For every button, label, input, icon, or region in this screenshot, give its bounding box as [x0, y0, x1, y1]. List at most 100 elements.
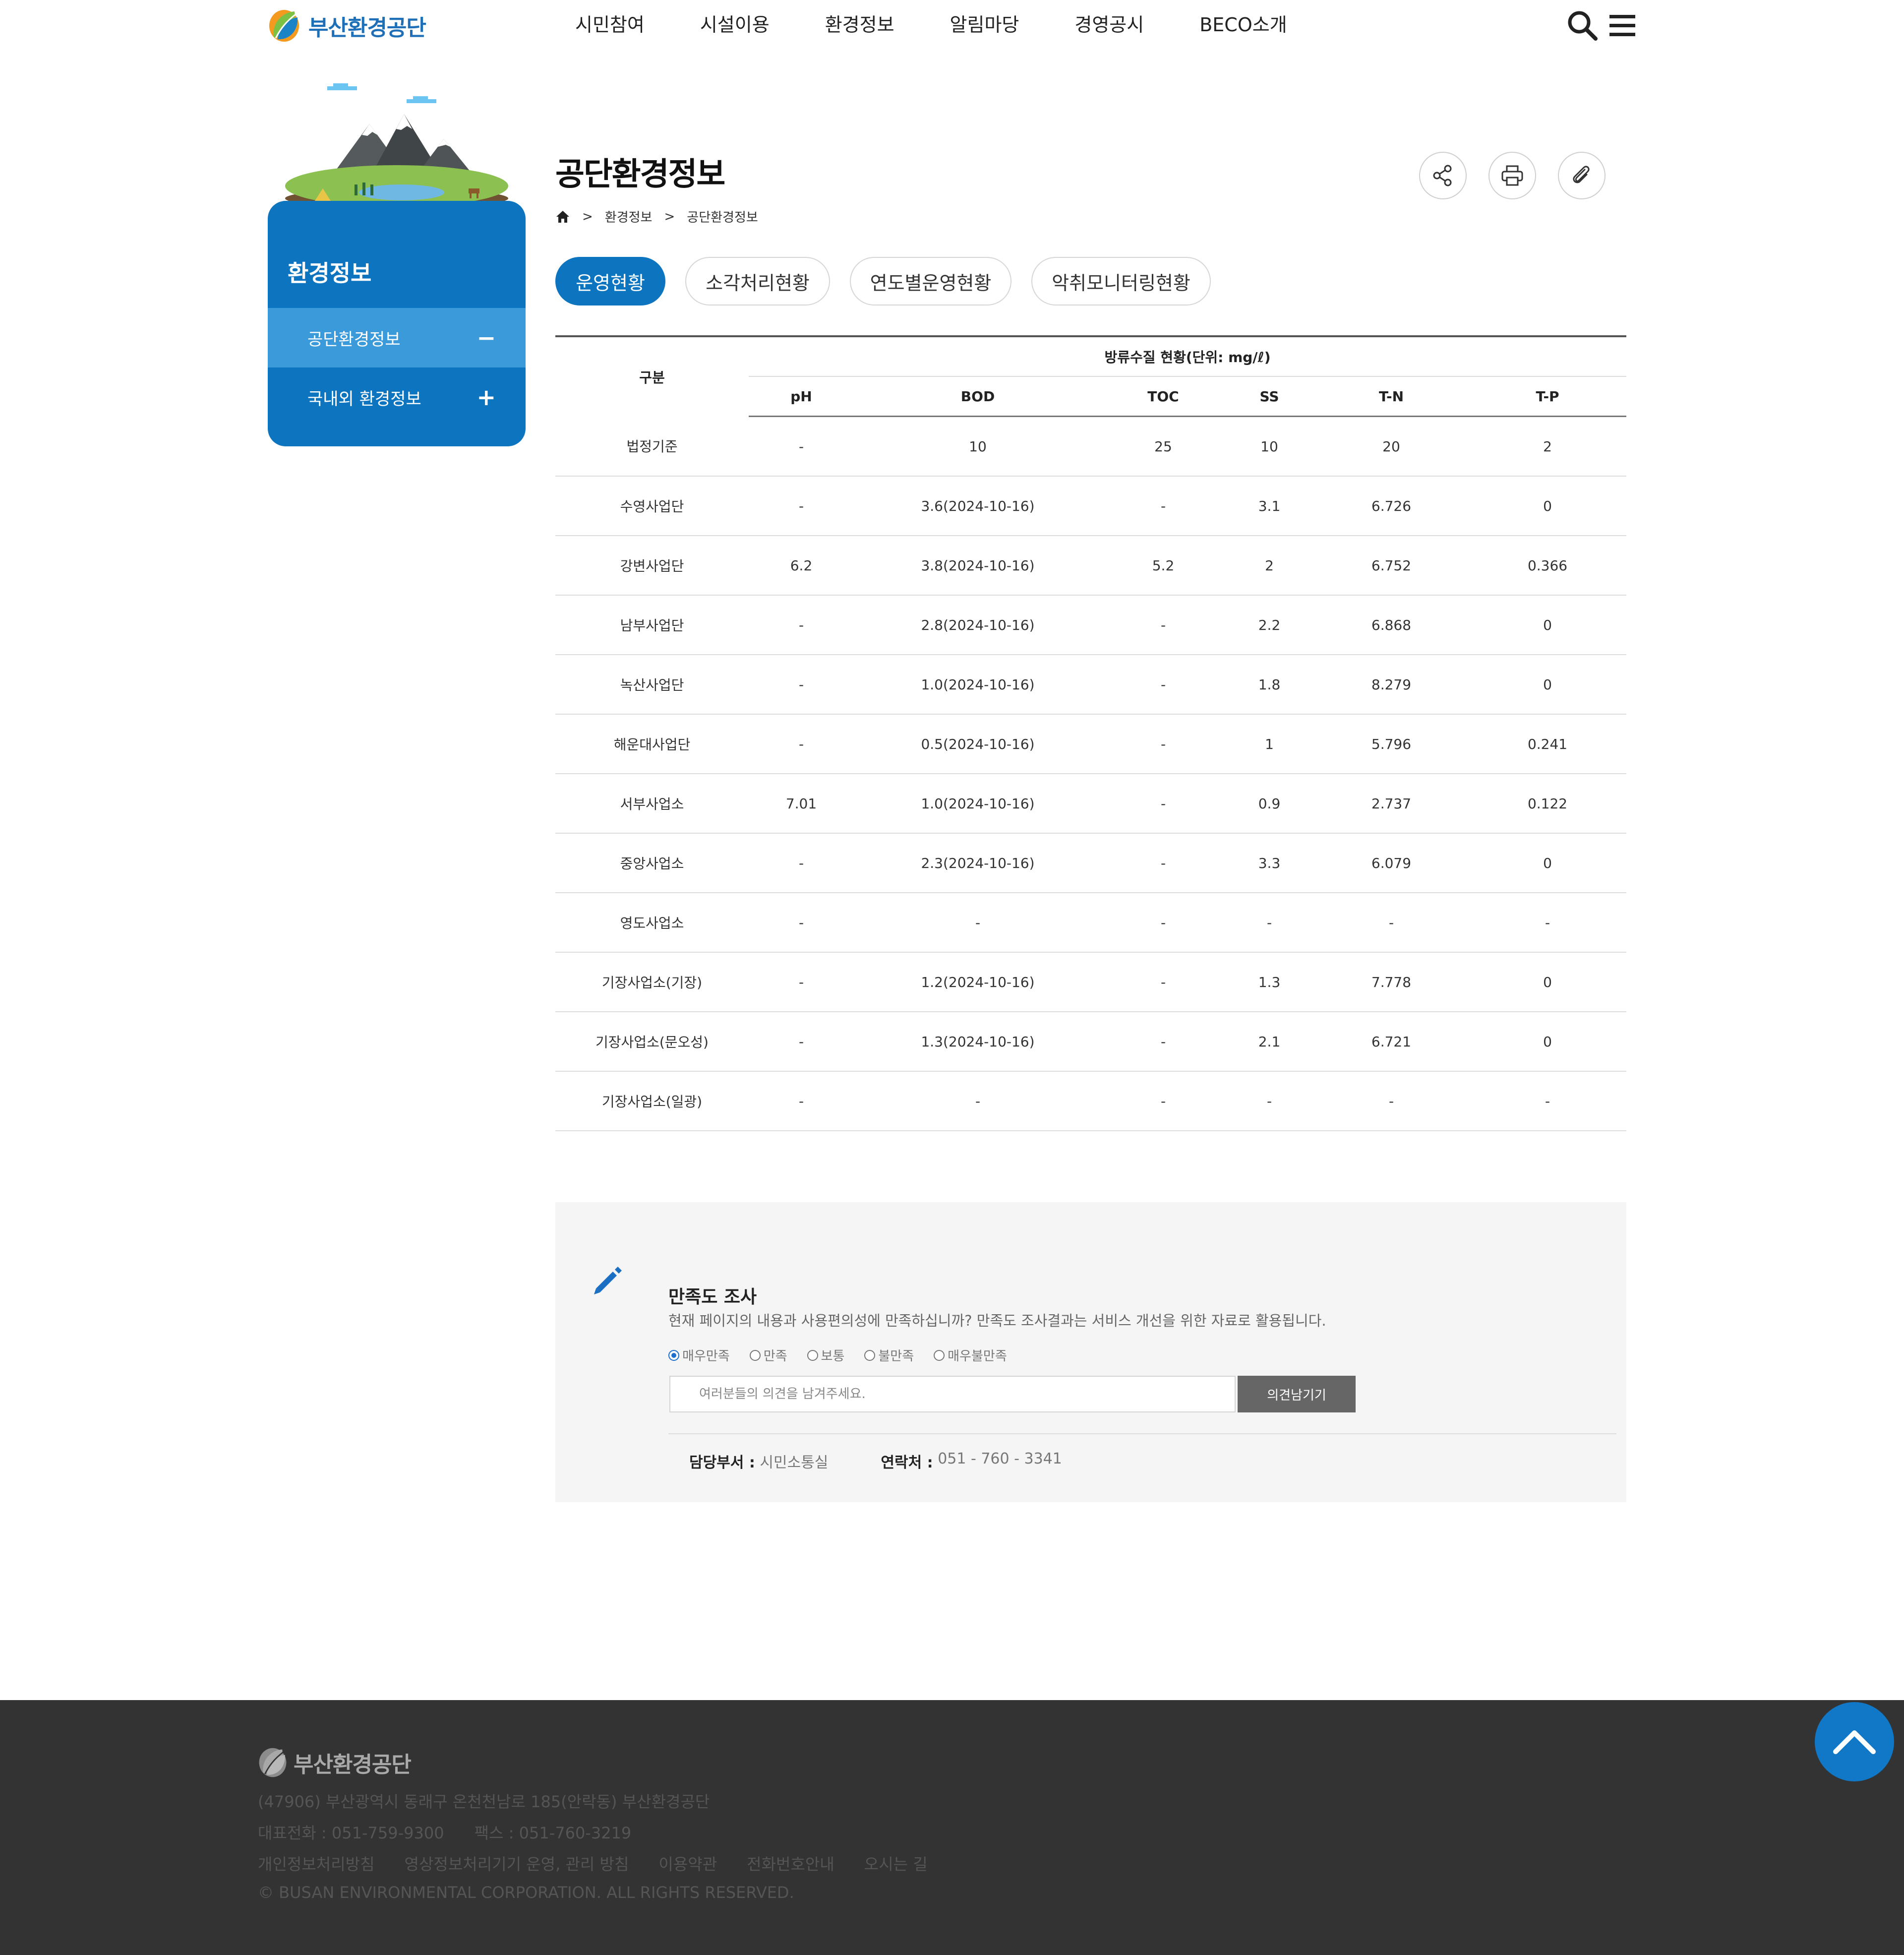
footer-address: (47906) 부산광역시 동래구 온천천남로 185(안락동) 부산환경공단 [258, 1792, 710, 1811]
satisfaction-survey: 만족도 조사 현재 페이지의 내용과 사용편의성에 만족하십니까? 만족도 조사… [555, 1202, 1626, 1502]
table-row: 수영사업단 -3.6(2024-10-16) -3.1 6.726 0 [555, 476, 1627, 536]
cell-toc: - [1102, 893, 1225, 953]
attach-button[interactable] [1558, 152, 1606, 199]
cell-tp: 0 [1469, 595, 1627, 655]
table-row: 녹산사업단 -1.0(2024-10-16) -1.8 8.279 0 [555, 655, 1627, 715]
option-label: 보통 [821, 1349, 845, 1364]
option-dissatisfied[interactable]: 불만족 [864, 1346, 914, 1364]
cell-ph: - [749, 655, 854, 715]
cell-ss: 0.9 [1225, 774, 1314, 834]
nav-item-environment[interactable]: 환경정보 [825, 4, 894, 46]
cell-tp: 0 [1469, 655, 1627, 715]
nav-item-beco[interactable]: BECO소개 [1199, 4, 1287, 46]
dept-label: 담당부서 : [689, 1454, 755, 1471]
table-row: 기장사업소(문오성) -1.3(2024-10-16) -2.1 6.721 0 [555, 1012, 1627, 1072]
submit-opinion-button[interactable]: 의견남기기 [1238, 1376, 1356, 1412]
cell-tn: 6.752 [1314, 536, 1469, 596]
share-button[interactable] [1419, 152, 1467, 199]
leaf-logo-icon [259, 1748, 287, 1777]
radio-button[interactable] [668, 1349, 679, 1361]
sidebar-item-corp-environment[interactable]: 공단환경정보 − [268, 308, 526, 367]
page-title: 공단환경정보 [555, 156, 725, 193]
search-button[interactable] [1566, 9, 1599, 42]
cell-toc: - [1102, 833, 1225, 893]
site-logo[interactable]: 부산환경공단 [267, 5, 445, 47]
cell-ss: 2.2 [1225, 595, 1314, 655]
table-row: 해운대사업단 -0.5(2024-10-16) -1 5.796 0.241 [555, 714, 1627, 774]
cell-toc: - [1102, 952, 1225, 1012]
contact-value: 051 - 760 - 3341 [938, 1450, 1062, 1467]
footer-logo-text: 부산환경공단 [294, 1752, 412, 1777]
table-row: 기장사업소(일광) - - - - - - [555, 1071, 1627, 1131]
cell-tn: - [1314, 1071, 1469, 1131]
tab-odor-monitoring[interactable]: 악취모니터링현황 [1031, 257, 1211, 305]
cell-toc: 25 [1102, 416, 1225, 477]
department-info: 담당부서 : 시민소통실 연락처 : 051 - 760 - 3341 [689, 1450, 1115, 1472]
effluent-quality-table: 구분 방류수질 현황(단위: mg/ℓ) pH BOD TOC SS T-N T… [555, 335, 1627, 1131]
cell-bod: 0.5(2024-10-16) [854, 714, 1102, 774]
print-button[interactable] [1488, 152, 1536, 199]
tab-operation-status[interactable]: 운영현황 [555, 257, 665, 305]
radio-button[interactable] [807, 1349, 818, 1361]
cell-ss: - [1225, 1071, 1314, 1131]
option-label: 불만족 [878, 1349, 914, 1364]
footer-logo: 부산환경공단 [257, 1747, 412, 1778]
sidebar-item-label: 공단환경정보 [307, 329, 401, 350]
cell-category: 남부사업단 [555, 595, 749, 655]
side-navigation: 환경정보 공단환경정보 − 국내외 환경정보 + [268, 201, 526, 446]
option-satisfied[interactable]: 만족 [749, 1346, 787, 1364]
sidebar-item-global-environment[interactable]: 국내외 환경정보 + [268, 367, 526, 427]
cell-bod: 2.8(2024-10-16) [854, 595, 1102, 655]
footer-links: 개인정보처리방침 영상정보처리기기 운영, 관리 방침 이용약관 전화번호안내 … [258, 1852, 957, 1875]
menu-button[interactable] [1607, 11, 1637, 41]
cell-category: 영도사업소 [555, 893, 749, 953]
table-row: 기장사업소(기장) -1.2(2024-10-16) -1.3 7.778 0 [555, 952, 1627, 1012]
home-icon[interactable] [555, 209, 570, 224]
cell-bod: 1.3(2024-10-16) [854, 1012, 1102, 1072]
option-very-dissatisfied[interactable]: 매우불만족 [934, 1346, 1007, 1364]
cell-category: 강변사업단 [555, 536, 749, 596]
opinion-input[interactable] [669, 1376, 1236, 1412]
cell-tn: 7.778 [1314, 952, 1469, 1012]
radio-button[interactable] [934, 1349, 945, 1361]
cell-tp: 0 [1469, 1012, 1627, 1072]
footer-link-privacy[interactable]: 개인정보처리방침 [258, 1852, 375, 1875]
cell-bod: 1.0(2024-10-16) [854, 655, 1102, 715]
table-row: 중앙사업소 -2.3(2024-10-16) -3.3 6.079 0 [555, 833, 1627, 893]
breadcrumb-item-current[interactable]: 공단환경정보 [687, 207, 758, 226]
option-label: 만족 [763, 1349, 787, 1364]
cell-ss: 1 [1225, 714, 1314, 774]
tab-annual-operation[interactable]: 연도별운영현황 [850, 257, 1012, 305]
breadcrumb-item-environment[interactable]: 환경정보 [605, 207, 653, 226]
header-tp: T-P [1469, 376, 1627, 417]
cell-ss: 3.3 [1225, 833, 1314, 893]
tab-incineration-status[interactable]: 소각처리현황 [685, 257, 830, 305]
radio-button[interactable] [749, 1349, 761, 1361]
option-very-satisfied[interactable]: 매우만족 [668, 1346, 730, 1364]
cell-tn: 6.079 [1314, 833, 1469, 893]
cell-category: 중앙사업소 [555, 833, 749, 893]
cell-tp: 0.241 [1469, 714, 1627, 774]
cell-bod: 3.8(2024-10-16) [854, 536, 1102, 596]
option-neutral[interactable]: 보통 [807, 1346, 845, 1364]
table-row: 법정기준 -10 25 10 20 2 [555, 416, 1627, 477]
cell-tn: 6.721 [1314, 1012, 1469, 1072]
nav-item-management[interactable]: 경영공시 [1074, 4, 1144, 46]
cell-bod: 2.3(2024-10-16) [854, 833, 1102, 893]
cell-ph: - [749, 595, 854, 655]
footer-link-terms[interactable]: 이용약관 [658, 1852, 717, 1875]
collapse-icon: − [476, 324, 496, 351]
nav-item-facility[interactable]: 시설이용 [700, 4, 770, 46]
footer-link-cctv-policy[interactable]: 영상정보처리기기 운영, 관리 방침 [405, 1852, 629, 1875]
nav-item-notice[interactable]: 알림마당 [950, 4, 1019, 46]
nav-item-citizen[interactable]: 시민참여 [575, 4, 645, 46]
footer-link-phone-directory[interactable]: 전화번호안내 [747, 1852, 834, 1875]
scroll-to-top-button[interactable] [1815, 1702, 1894, 1781]
radio-button[interactable] [864, 1349, 876, 1361]
cell-tn: 8.279 [1314, 655, 1469, 715]
survey-options: 매우만족 만족 보통 불만족 매우불만족 [668, 1346, 1027, 1364]
cell-tn: 20 [1314, 416, 1469, 477]
survey-title: 만족도 조사 [668, 1287, 757, 1307]
option-label: 매우불만족 [948, 1349, 1007, 1364]
footer-link-directions[interactable]: 오시는 길 [864, 1852, 928, 1875]
